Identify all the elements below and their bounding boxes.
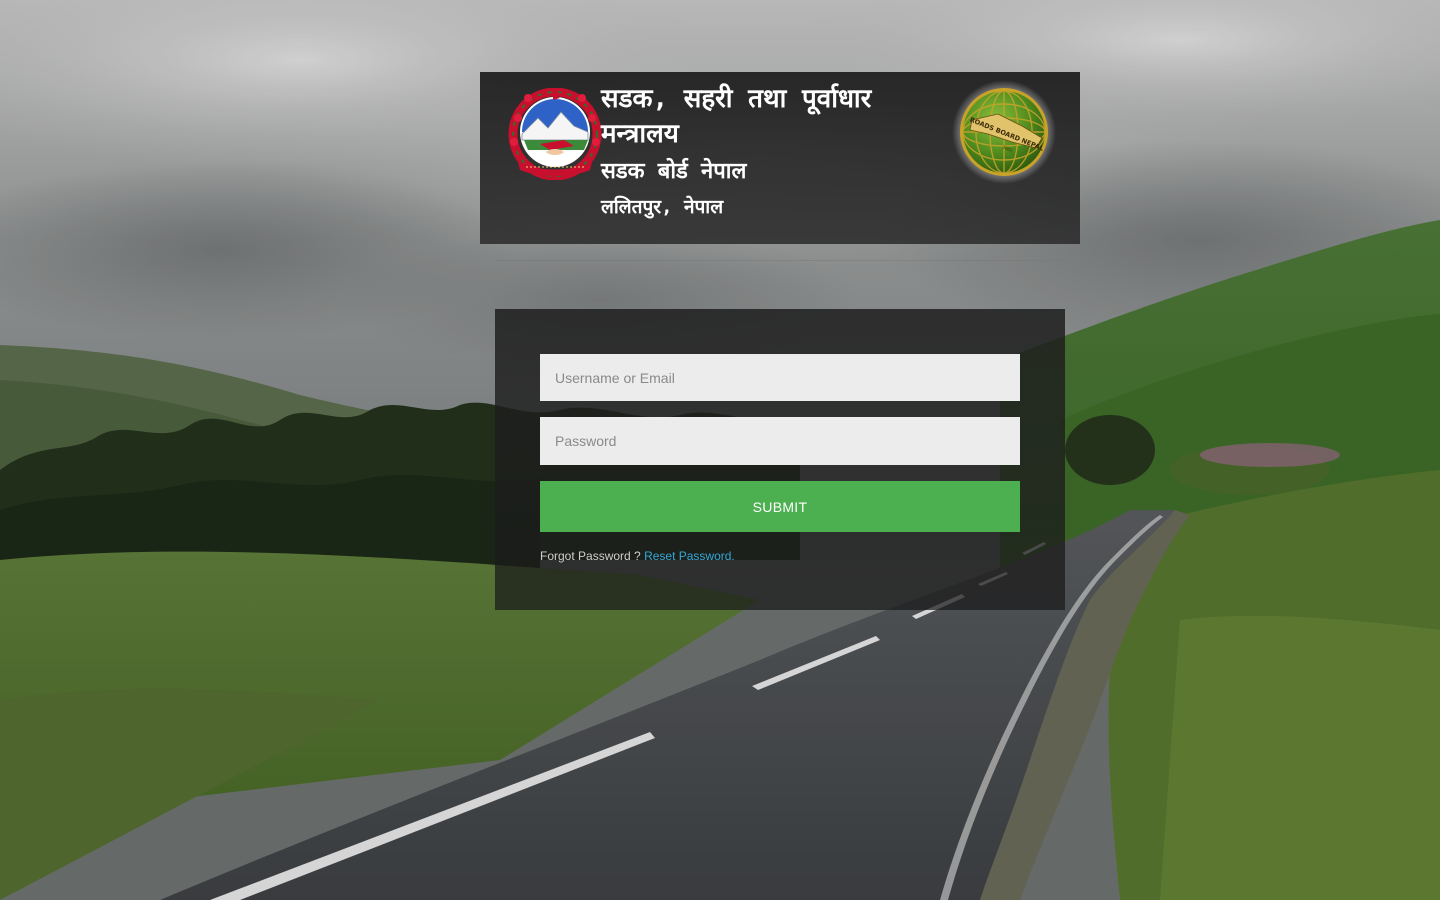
office-location: ललितपुर, नेपाल — [601, 196, 724, 218]
login-form: SUBMIT Forgot Password ? Reset Password. — [495, 309, 1065, 610]
nepal-coat-of-arms-icon — [506, 87, 604, 181]
username-email-input[interactable] — [540, 354, 1020, 401]
forgot-password-text: Forgot Password ? — [540, 549, 641, 563]
roads-board-nepal-logo-icon: ROADS BOARD NEPAL 2002 — [952, 80, 1056, 184]
reset-password-link[interactable]: Reset Password. — [644, 549, 735, 563]
forgot-password-row: Forgot Password ? Reset Password. — [540, 549, 735, 563]
password-input[interactable] — [540, 417, 1020, 465]
submit-button[interactable]: SUBMIT — [540, 481, 1020, 532]
header-divider — [495, 260, 1065, 261]
header-panel: सडक, सहरी तथा पूर्वाधार मन्त्रालय सडक बो… — [480, 72, 1080, 244]
ministry-name: सडक, सहरी तथा पूर्वाधार मन्त्रालय — [601, 84, 872, 149]
board-name: सडक बोर्ड नेपाल — [601, 159, 747, 184]
organization-title: सडक, सहरी तथा पूर्वाधार मन्त्रालय सडक बो… — [601, 82, 921, 220]
